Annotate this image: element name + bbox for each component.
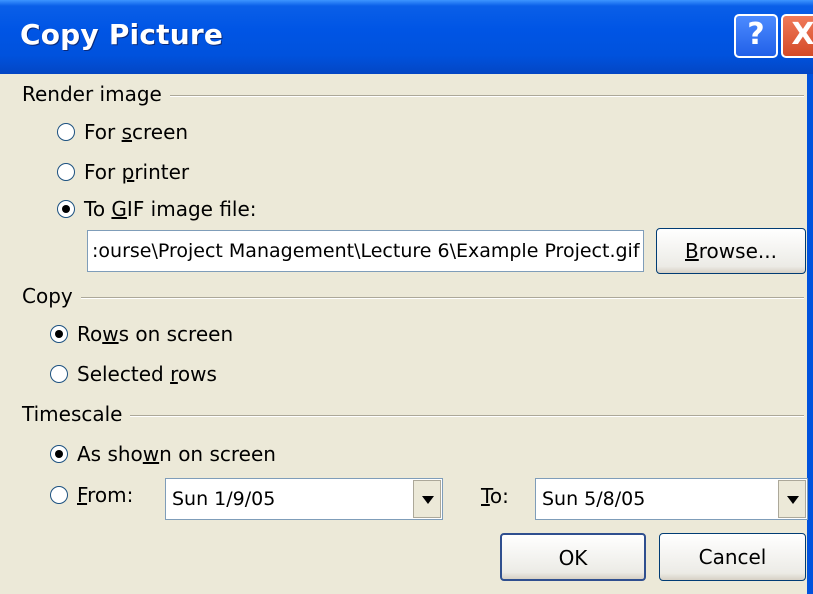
ok-button[interactable]: OK [500,533,646,581]
radio-to-gif-file[interactable]: To GIF image file: [57,197,257,221]
radio-button[interactable] [57,200,75,218]
to-date-combo[interactable]: Sun 5/8/05 [535,478,808,520]
radio-button[interactable] [57,123,75,141]
from-date-value: Sun 1/9/05 [172,488,276,510]
radio-label: To GIF image file: [84,197,257,221]
close-button[interactable]: X [781,14,813,58]
radio-label: As shown on screen [77,442,276,466]
radio-label: From: [77,483,134,507]
radio-button[interactable] [50,365,68,383]
radio-label: Rows on screen [77,322,234,346]
radio-button[interactable] [57,163,75,181]
cancel-button[interactable]: Cancel [659,533,806,581]
radio-button[interactable] [50,445,68,463]
radio-for-printer[interactable]: For printer [57,160,189,184]
copy-group-label: Copy [22,284,81,308]
to-date-value: Sun 5/8/05 [542,488,646,510]
radio-for-screen[interactable]: For screen [57,120,188,144]
radio-button[interactable] [50,325,68,343]
to-label: To: [481,484,509,508]
help-button[interactable]: ? [734,14,778,58]
radio-label: Selected rows [77,362,217,386]
title-bar[interactable]: Copy Picture ? X [0,0,813,74]
radio-button[interactable] [50,486,68,504]
chevron-down-icon[interactable] [413,480,441,518]
dialog-title: Copy Picture [20,18,224,51]
chevron-down-icon[interactable] [778,480,806,518]
radio-selected-rows[interactable]: Selected rows [50,362,217,386]
radio-rows-on-screen[interactable]: Rows on screen [50,322,233,346]
from-date-combo[interactable]: Sun 1/9/05 [165,478,443,520]
copy-separator [22,297,804,299]
radio-label: For printer [84,160,190,184]
browse-button[interactable]: Browse... [656,228,806,274]
gif-file-path-input[interactable]: :ourse\Project Management\Lecture 6\Exam… [87,230,644,272]
timescale-group-label: Timescale [22,402,131,426]
timescale-separator [22,415,804,417]
radio-from[interactable]: From: [50,483,133,507]
radio-label: For screen [84,120,189,144]
render-image-group-label: Render image [22,82,170,106]
radio-as-shown-on-screen[interactable]: As shown on screen [50,442,276,466]
